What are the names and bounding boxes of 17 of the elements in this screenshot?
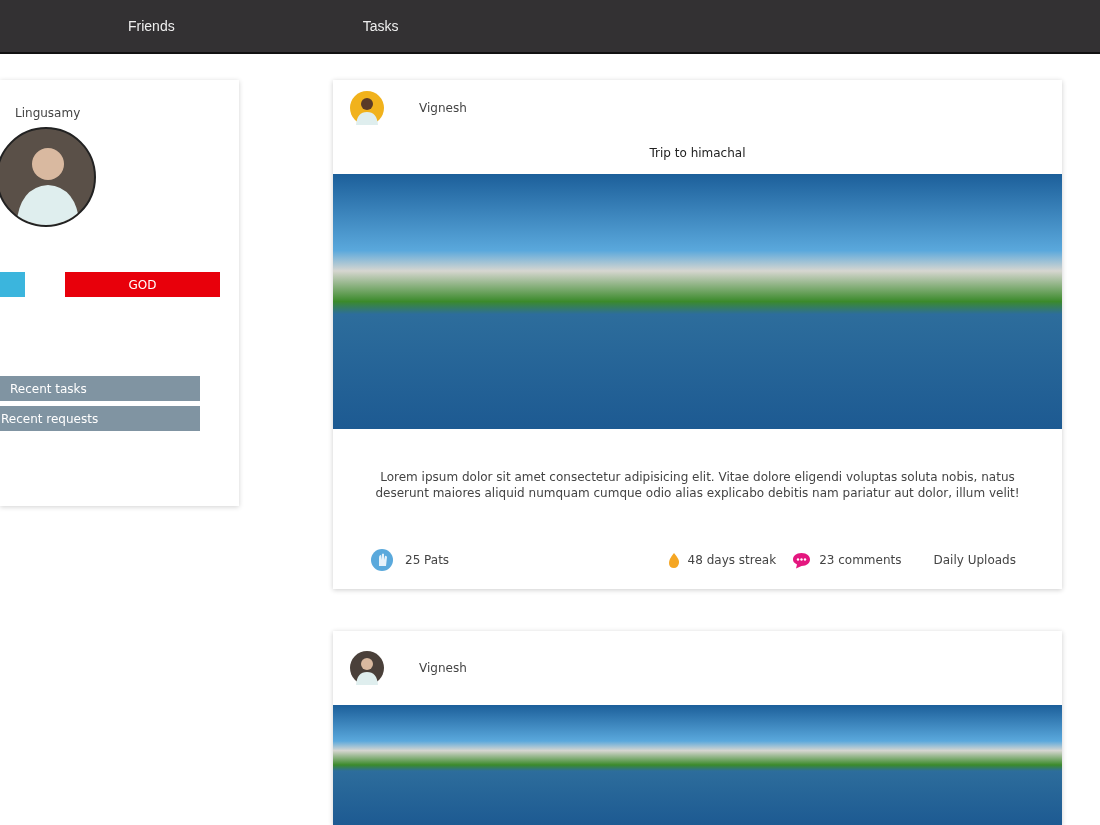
avatar-icon <box>350 651 384 685</box>
rank-badge: GOD <box>65 272 220 297</box>
category-label: Daily Uploads <box>933 552 1016 569</box>
author-name[interactable]: Vignesh <box>419 659 467 677</box>
author-name[interactable]: Vignesh <box>419 99 467 117</box>
comment-icon[interactable] <box>792 551 812 569</box>
pat-icon[interactable] <box>371 549 393 571</box>
streak-text: 48 days streak <box>687 552 777 569</box>
nav-link[interactable]: Friends <box>128 15 175 37</box>
profile-name: Lingusamy <box>15 105 81 122</box>
avatar-icon <box>350 91 384 125</box>
post-title: Trip to himachal <box>648 145 747 162</box>
pats-count: 25 Pats <box>405 552 450 569</box>
comments-count: 23 comments <box>819 552 902 569</box>
post-text: Lorem ipsum dolor sit amet consectetur adipisicing elit. Vitae dolore eligendi voluptas soluta nobis, natus deserunt maiores aliquid numquam cumque odio alias explicabo debitis nam pariatur aut dolor, illum velit! <box>374 469 1021 501</box>
nav-link[interactable]: Tasks <box>362 15 399 37</box>
flame-icon <box>667 552 680 568</box>
